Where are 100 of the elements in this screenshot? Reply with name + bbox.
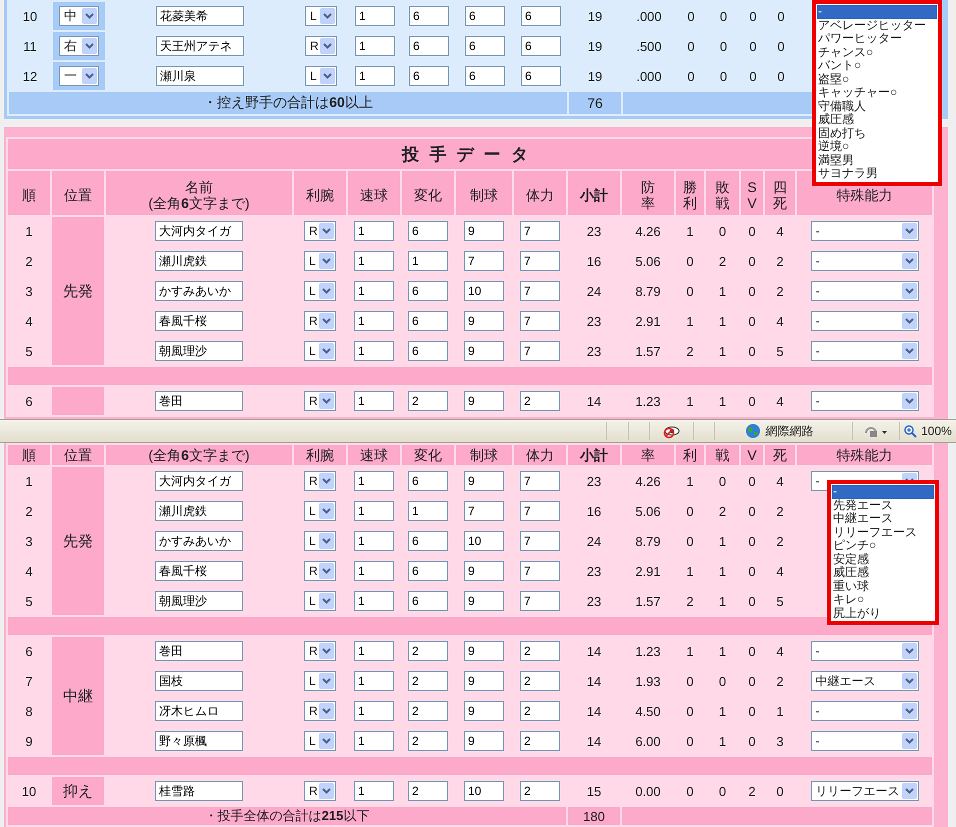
name-input-field[interactable]: 花菱美希 [156, 6, 244, 26]
input-field[interactable]: 6 [409, 6, 449, 26]
dropdown[interactable]: - [810, 731, 918, 751]
dropdown[interactable]: R [304, 641, 336, 661]
input-field[interactable]: 7 [464, 501, 504, 521]
input-field[interactable]: 9 [464, 221, 504, 241]
input-field[interactable]: 1 [354, 591, 394, 611]
dropdown-option[interactable]: バント○ [817, 59, 937, 72]
name-input-field[interactable]: 瀬川虎鉄 [155, 251, 243, 271]
input-field[interactable]: 9 [464, 671, 504, 691]
input-field[interactable]: 7 [520, 591, 560, 611]
dropdown-option[interactable]: 逆境○ [817, 140, 937, 154]
name-input-field[interactable]: 国枝 [155, 671, 243, 691]
input-field[interactable]: 9 [464, 391, 504, 411]
input-field[interactable]: 7 [520, 311, 560, 331]
dropdown-option[interactable]: 盗塁○ [817, 72, 937, 86]
zoom-icon[interactable] [904, 424, 918, 438]
input-field[interactable]: 6 [408, 591, 448, 611]
dropdown-option[interactable]: 中継エース [832, 512, 934, 526]
dropdown[interactable]: 中 [59, 6, 99, 26]
input-field[interactable]: 2 [408, 701, 448, 721]
input-field[interactable]: 2 [520, 641, 560, 661]
dropdown-option[interactable]: パワーヒッター [817, 32, 937, 46]
name-input-field[interactable]: 朝風理沙 [155, 341, 243, 361]
input-field[interactable]: 7 [520, 281, 560, 301]
name-input-field[interactable]: かすみあいか [155, 531, 243, 551]
input-field[interactable]: 1 [355, 6, 395, 26]
input-field[interactable]: 6 [521, 6, 561, 26]
input-field[interactable]: 6 [465, 36, 505, 56]
name-input-field[interactable]: 春風千桜 [155, 561, 243, 581]
dropdown[interactable]: L [304, 251, 336, 271]
dropdown[interactable]: R [304, 221, 336, 241]
input-field[interactable]: 6 [521, 66, 561, 86]
input-field[interactable]: 7 [520, 341, 560, 361]
name-input-field[interactable]: 瀬川虎鉄 [155, 501, 243, 521]
input-field[interactable]: 1 [408, 501, 448, 521]
dropdown-option[interactable]: 守備職人 [817, 100, 937, 113]
input-field[interactable]: 6 [465, 6, 505, 26]
input-field[interactable]: 7 [520, 251, 560, 271]
input-field[interactable]: 1 [354, 781, 394, 801]
dropdown-option[interactable]: ピンチ○ [832, 539, 934, 552]
dropdown-option[interactable]: 安定感 [832, 552, 934, 566]
dropdown[interactable]: R [304, 701, 336, 721]
input-field[interactable]: 9 [464, 471, 504, 491]
name-input-field[interactable]: かすみあいか [155, 281, 243, 301]
dropdown-option[interactable]: キレ○ [832, 593, 934, 606]
dropdown[interactable]: L [304, 591, 336, 611]
input-field[interactable]: 9 [464, 731, 504, 751]
input-field[interactable]: 2 [520, 671, 560, 691]
input-field[interactable]: 2 [520, 701, 560, 721]
input-field[interactable]: 9 [464, 561, 504, 581]
input-field[interactable]: 6 [408, 221, 448, 241]
dropdown[interactable]: - [810, 641, 918, 661]
dropdown[interactable]: L [304, 341, 336, 361]
input-field[interactable]: 1 [354, 221, 394, 241]
dropdown[interactable]: R [304, 311, 336, 331]
name-input-field[interactable]: 巻田 [155, 641, 243, 661]
dropdown[interactable]: - [810, 311, 919, 331]
input-field[interactable]: 2 [408, 731, 448, 751]
input-field[interactable]: 1 [354, 391, 394, 411]
dropdown[interactable]: - [810, 221, 919, 241]
input-field[interactable]: 6 [465, 66, 505, 86]
dropdown[interactable]: R [304, 781, 336, 801]
input-field[interactable]: 7 [520, 531, 560, 551]
input-field[interactable]: 6 [408, 311, 448, 331]
input-field[interactable]: 7 [464, 251, 504, 271]
dropdown-option[interactable]: 満塁男 [817, 154, 937, 167]
input-field[interactable]: 2 [408, 391, 448, 411]
input-field[interactable]: 6 [409, 66, 449, 86]
dropdown[interactable]: L [305, 66, 337, 86]
dropdown[interactable]: 右 [59, 36, 99, 56]
input-field[interactable]: 6 [408, 561, 448, 581]
input-field[interactable]: 1 [354, 561, 394, 581]
input-field[interactable]: 1 [355, 36, 395, 56]
dropdown[interactable]: - [810, 251, 919, 271]
input-field[interactable]: 9 [464, 311, 504, 331]
input-field[interactable]: 7 [520, 561, 560, 581]
dropdown-option[interactable]: 威圧感 [817, 113, 937, 126]
dropdown-option[interactable]: 固め打ち [817, 126, 937, 140]
input-field[interactable]: 6 [409, 36, 449, 56]
input-field[interactable]: 1 [354, 531, 394, 551]
dropdown[interactable]: L [304, 731, 336, 751]
input-field[interactable]: 9 [464, 701, 504, 721]
input-field[interactable]: 7 [520, 471, 560, 491]
input-field[interactable]: 2 [408, 641, 448, 661]
dropdown-option[interactable]: 重い球 [832, 580, 934, 593]
input-field[interactable]: 2 [520, 391, 560, 411]
dropdown[interactable]: L [304, 281, 336, 301]
dropdown[interactable]: L [305, 6, 337, 26]
dropdown[interactable]: - [810, 281, 919, 301]
input-field[interactable]: 1 [408, 251, 448, 271]
input-field[interactable]: 1 [354, 471, 394, 491]
input-field[interactable]: 1 [354, 501, 394, 521]
input-field[interactable]: 2 [408, 781, 448, 801]
input-field[interactable]: 10 [464, 281, 504, 301]
input-field[interactable]: 6 [408, 341, 448, 361]
dropdown[interactable]: L [304, 671, 336, 691]
input-field[interactable]: 2 [520, 781, 560, 801]
input-field[interactable]: 7 [520, 221, 560, 241]
input-field[interactable]: 7 [520, 501, 560, 521]
